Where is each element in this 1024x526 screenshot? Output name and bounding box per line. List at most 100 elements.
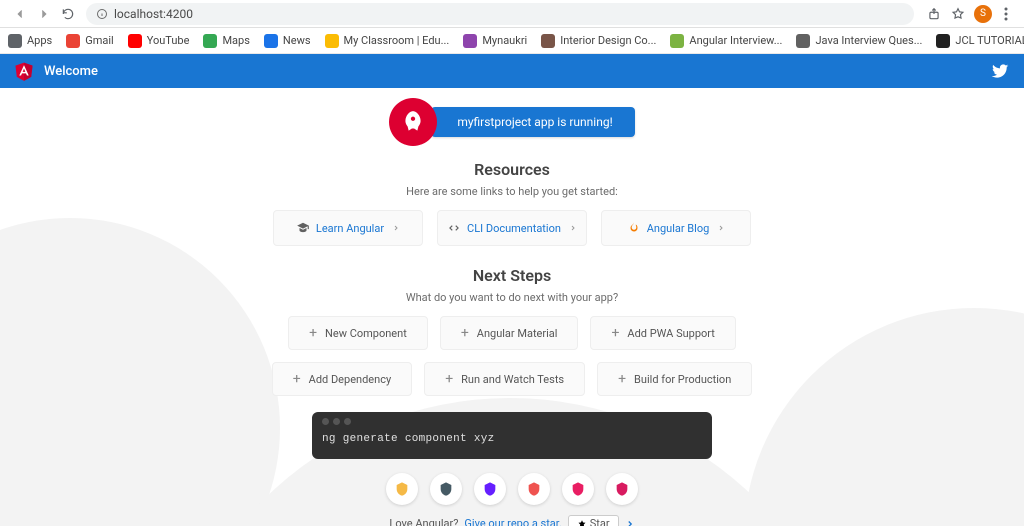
- rocket-icon: [389, 98, 437, 146]
- next-step-card[interactable]: + Run and Watch Tests: [424, 362, 585, 396]
- share-icon[interactable]: [922, 7, 946, 21]
- site-info-icon: [96, 8, 108, 20]
- next-sub: What do you want to do next with your ap…: [406, 291, 618, 304]
- bookmark-item[interactable]: Gmail: [66, 34, 113, 48]
- next-step-label: Add Dependency: [309, 373, 392, 386]
- circle-icon[interactable]: [386, 473, 418, 505]
- bookmark-favicon: [463, 34, 477, 48]
- next-step-card[interactable]: + Angular Material: [440, 316, 579, 350]
- plus-icon: +: [445, 371, 453, 387]
- resource-label: CLI Documentation: [467, 222, 561, 235]
- bookmark-label: Apps: [27, 34, 52, 47]
- bookmark-star-icon[interactable]: [946, 7, 970, 21]
- plus-icon: +: [309, 325, 317, 341]
- bookmark-favicon: [796, 34, 810, 48]
- twitter-icon[interactable]: [990, 61, 1010, 81]
- circle-icon[interactable]: [518, 473, 550, 505]
- chevron-right-icon: [392, 224, 400, 232]
- next-step-card[interactable]: + Build for Production: [597, 362, 752, 396]
- bookmark-item[interactable]: Apps: [8, 34, 52, 48]
- bookmark-favicon: [128, 34, 142, 48]
- fire-icon: [627, 221, 641, 235]
- bookmark-label: JCL TUTORIAL - IB...: [955, 34, 1024, 47]
- resource-label: Angular Blog: [647, 222, 710, 235]
- bookmark-item[interactable]: My Classroom | Edu...: [325, 34, 450, 48]
- next-step-label: Add PWA Support: [627, 327, 715, 340]
- bookmark-favicon: [8, 34, 22, 48]
- next-step-card[interactable]: +New Component: [288, 316, 428, 350]
- bookmark-favicon: [541, 34, 555, 48]
- bookmark-item[interactable]: Mynaukri: [463, 34, 527, 48]
- next-step-label: Angular Material: [477, 327, 558, 340]
- circle-icon-row: [386, 473, 638, 505]
- address-bar[interactable]: localhost:4200: [86, 3, 914, 25]
- bookmark-item[interactable]: YouTube: [128, 34, 190, 48]
- bookmark-item[interactable]: Angular Interview...: [670, 34, 782, 48]
- angular-logo-icon: [14, 60, 34, 82]
- bookmark-favicon: [936, 34, 950, 48]
- chevron-right-icon: [569, 224, 577, 232]
- bookmark-favicon: [264, 34, 278, 48]
- plus-icon: +: [461, 325, 469, 341]
- next-step-card[interactable]: + Add PWA Support: [590, 316, 735, 350]
- footer-love: Love Angular?: [389, 517, 458, 526]
- chrome-menu-icon[interactable]: [996, 7, 1016, 21]
- bookmarks-bar: Apps Gmail YouTube Maps News My Classroom | E…: [0, 28, 1024, 54]
- page-content: myfirstproject app is running! Resources…: [0, 88, 1024, 526]
- circle-icon[interactable]: [474, 473, 506, 505]
- browser-navbar: localhost:4200 S: [0, 0, 1024, 28]
- resource-card[interactable]: CLI Documentation: [437, 210, 587, 246]
- footer-line: Love Angular? Give our repo a star. Star: [389, 515, 634, 526]
- bookmark-item[interactable]: Maps: [203, 34, 249, 48]
- chevron-right-icon: [625, 519, 635, 526]
- bookmark-label: Maps: [222, 34, 249, 47]
- bookmark-label: Gmail: [85, 34, 113, 47]
- bookmark-label: YouTube: [147, 34, 190, 47]
- url-text: localhost:4200: [114, 7, 193, 21]
- star-button[interactable]: Star: [568, 515, 619, 526]
- running-card: myfirstproject app is running!: [431, 107, 634, 137]
- grad-icon: [296, 221, 310, 235]
- circle-icon[interactable]: [562, 473, 594, 505]
- bookmark-label: News: [283, 34, 311, 47]
- plus-icon: +: [618, 371, 626, 387]
- toolbar-title: Welcome: [44, 64, 98, 79]
- circle-icon[interactable]: [606, 473, 638, 505]
- terminal: ng generate component xyz: [312, 412, 712, 459]
- bookmark-item[interactable]: Java Interview Ques...: [796, 34, 922, 48]
- bookmark-item[interactable]: News: [264, 34, 311, 48]
- give-star-link[interactable]: Give our repo a star.: [464, 517, 561, 526]
- next-heading: Next Steps: [473, 266, 551, 285]
- next-steps-cards: +New Component+Angular Material+Add PWA …: [212, 316, 812, 396]
- reload-button[interactable]: [56, 2, 80, 26]
- app-toolbar: Welcome: [0, 54, 1024, 88]
- next-step-label: Run and Watch Tests: [461, 373, 564, 386]
- plus-icon: +: [611, 325, 619, 341]
- resources-heading: Resources: [474, 160, 550, 179]
- forward-button[interactable]: [32, 2, 56, 26]
- circle-icon[interactable]: [430, 473, 462, 505]
- bookmark-item[interactable]: Interior Design Co...: [541, 34, 656, 48]
- resource-card[interactable]: Angular Blog: [601, 210, 751, 246]
- bookmark-item[interactable]: JCL TUTORIAL - IB...: [936, 34, 1024, 48]
- bookmark-favicon: [66, 34, 80, 48]
- resource-card[interactable]: Learn Angular: [273, 210, 423, 246]
- bookmark-label: Angular Interview...: [689, 34, 782, 47]
- bookmark-favicon: [325, 34, 339, 48]
- back-button[interactable]: [8, 2, 32, 26]
- bookmark-favicon: [670, 34, 684, 48]
- profile-avatar[interactable]: S: [974, 5, 992, 23]
- chevron-right-icon: [717, 224, 725, 232]
- star-icon: [577, 519, 587, 526]
- bookmark-label: Java Interview Ques...: [815, 34, 922, 47]
- next-step-label: Build for Production: [634, 373, 731, 386]
- bookmark-label: Interior Design Co...: [560, 34, 656, 47]
- plus-icon: +: [293, 371, 301, 387]
- bookmark-label: Mynaukri: [482, 34, 527, 47]
- resources-sub: Here are some links to help you get star…: [406, 185, 618, 198]
- code-icon: [447, 221, 461, 235]
- terminal-dots-icon: [322, 418, 702, 425]
- running-banner: myfirstproject app is running!: [389, 98, 634, 146]
- next-step-card[interactable]: + Add Dependency: [272, 362, 412, 396]
- terminal-command: ng generate component xyz: [322, 433, 702, 445]
